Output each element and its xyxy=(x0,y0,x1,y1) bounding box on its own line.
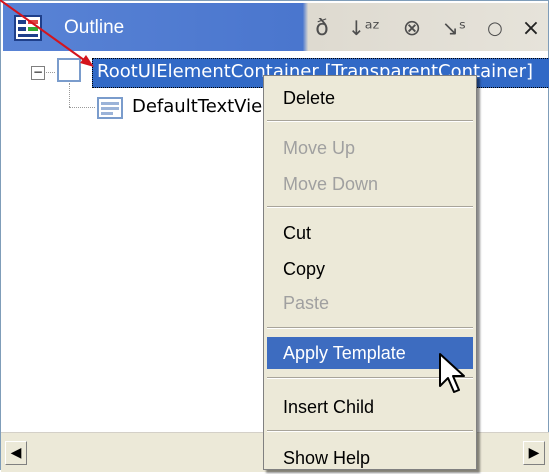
scroll-right-button[interactable]: ▶ xyxy=(523,441,545,465)
hide-nonpublic-icon[interactable]: ○ xyxy=(477,11,513,45)
menu-item-delete[interactable]: Delete xyxy=(267,82,473,114)
outline-view-icon xyxy=(14,15,42,41)
menu-item-paste: Paste xyxy=(283,293,330,313)
menu-item-show-help[interactable]: Show Help xyxy=(267,442,473,474)
sort-alpha-icon[interactable]: ↓ᵃᶻ xyxy=(346,11,382,45)
scroll-left-button[interactable]: ◀ xyxy=(5,441,27,465)
view-title-bar: Outline ð ↓ᵃᶻ ⊗ ↘ˢ ○ × xyxy=(3,3,548,51)
menu-separator xyxy=(267,430,473,432)
hide-static-icon[interactable]: ↘ˢ xyxy=(436,11,472,45)
menu-item-copy[interactable]: Copy xyxy=(267,253,473,285)
tree-node-child[interactable]: DefaultTextView xyxy=(132,94,277,120)
tree-connector xyxy=(69,83,70,107)
menu-item-cut[interactable]: Cut xyxy=(267,217,473,249)
tree-connector xyxy=(69,107,95,108)
close-icon[interactable]: × xyxy=(513,11,549,45)
mouse-cursor-icon xyxy=(439,353,465,393)
menu-separator xyxy=(267,327,473,329)
menu-item-move-up: Move Up xyxy=(283,138,356,158)
context-menu: Delete Move Up Move Down Cut Copy Paste … xyxy=(263,75,477,470)
menu-separator xyxy=(267,120,473,122)
filter-icon[interactable]: ð xyxy=(304,11,340,45)
textview-node-icon xyxy=(97,97,123,119)
view-title: Outline xyxy=(64,17,125,38)
menu-item-move-down: Move Down xyxy=(283,174,379,194)
collapse-toggle[interactable]: − xyxy=(31,66,45,80)
menu-separator xyxy=(267,206,473,208)
container-node-icon xyxy=(57,58,81,82)
hide-fields-icon[interactable]: ⊗ xyxy=(394,11,430,45)
